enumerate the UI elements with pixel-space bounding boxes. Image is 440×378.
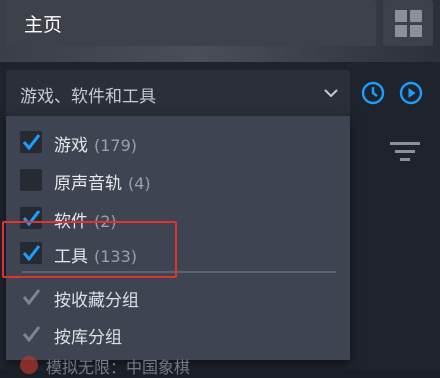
grid-icon bbox=[395, 10, 422, 37]
option-count: (133) bbox=[94, 247, 138, 266]
option-label: 软件 bbox=[54, 212, 88, 232]
filter-option-soundtracks[interactable]: 原声音轨 (4) bbox=[6, 161, 350, 199]
option-label: 游戏 bbox=[54, 136, 88, 156]
checkbox-unchecked[interactable] bbox=[20, 169, 42, 191]
checkmark-icon bbox=[22, 289, 41, 306]
library-list-item[interactable]: 模拟无限：中国象棋 bbox=[20, 356, 320, 377]
option-label: 按收藏分组 bbox=[54, 291, 139, 311]
filter-option-software[interactable]: 软件 (2) bbox=[6, 199, 350, 237]
grid-view-button[interactable] bbox=[383, 0, 433, 46]
checkbox-checked-disabled[interactable] bbox=[20, 286, 42, 308]
checkbox-checked-disabled[interactable] bbox=[20, 323, 42, 345]
play-icon[interactable] bbox=[398, 80, 424, 106]
checkbox-checked[interactable] bbox=[20, 131, 42, 153]
checkmark-icon bbox=[22, 326, 41, 343]
chevron-down-icon bbox=[324, 89, 338, 98]
option-label: 工具 bbox=[54, 247, 88, 267]
checkbox-checked[interactable] bbox=[20, 207, 42, 229]
checkbox-checked[interactable] bbox=[20, 242, 42, 264]
filter-selected-label: 游戏、软件和工具 bbox=[20, 87, 156, 107]
sort-filter-icon[interactable] bbox=[388, 138, 422, 166]
checkmark-icon bbox=[22, 245, 41, 262]
checkmark-icon bbox=[22, 210, 41, 227]
option-count: (2) bbox=[94, 212, 117, 231]
option-label: 按库分组 bbox=[54, 328, 122, 348]
game-icon bbox=[20, 356, 38, 374]
game-title: 模拟无限：中国象棋 bbox=[46, 358, 191, 377]
page-title: 主页 bbox=[24, 14, 63, 36]
home-header[interactable]: 主页 bbox=[6, 0, 376, 46]
group-by-library-option[interactable]: 按库分组 bbox=[6, 315, 350, 353]
filter-option-tools[interactable]: 工具 (133) bbox=[6, 234, 350, 272]
option-label: 原声音轨 bbox=[54, 174, 122, 194]
group-by-collection-option[interactable]: 按收藏分组 bbox=[6, 278, 350, 316]
menu-divider bbox=[22, 271, 336, 273]
checkmark-icon bbox=[22, 134, 41, 151]
filter-dropdown[interactable]: 游戏、软件和工具 bbox=[6, 70, 350, 116]
filter-dropdown-menu: 游戏 (179) 原声音轨 (4) 软件 (2) 工具 (133) 按收藏分组 bbox=[6, 116, 350, 360]
filter-option-games[interactable]: 游戏 (179) bbox=[6, 123, 350, 161]
recent-clock-icon[interactable] bbox=[360, 80, 386, 106]
option-count: (179) bbox=[94, 136, 138, 155]
option-count: (4) bbox=[128, 174, 151, 193]
